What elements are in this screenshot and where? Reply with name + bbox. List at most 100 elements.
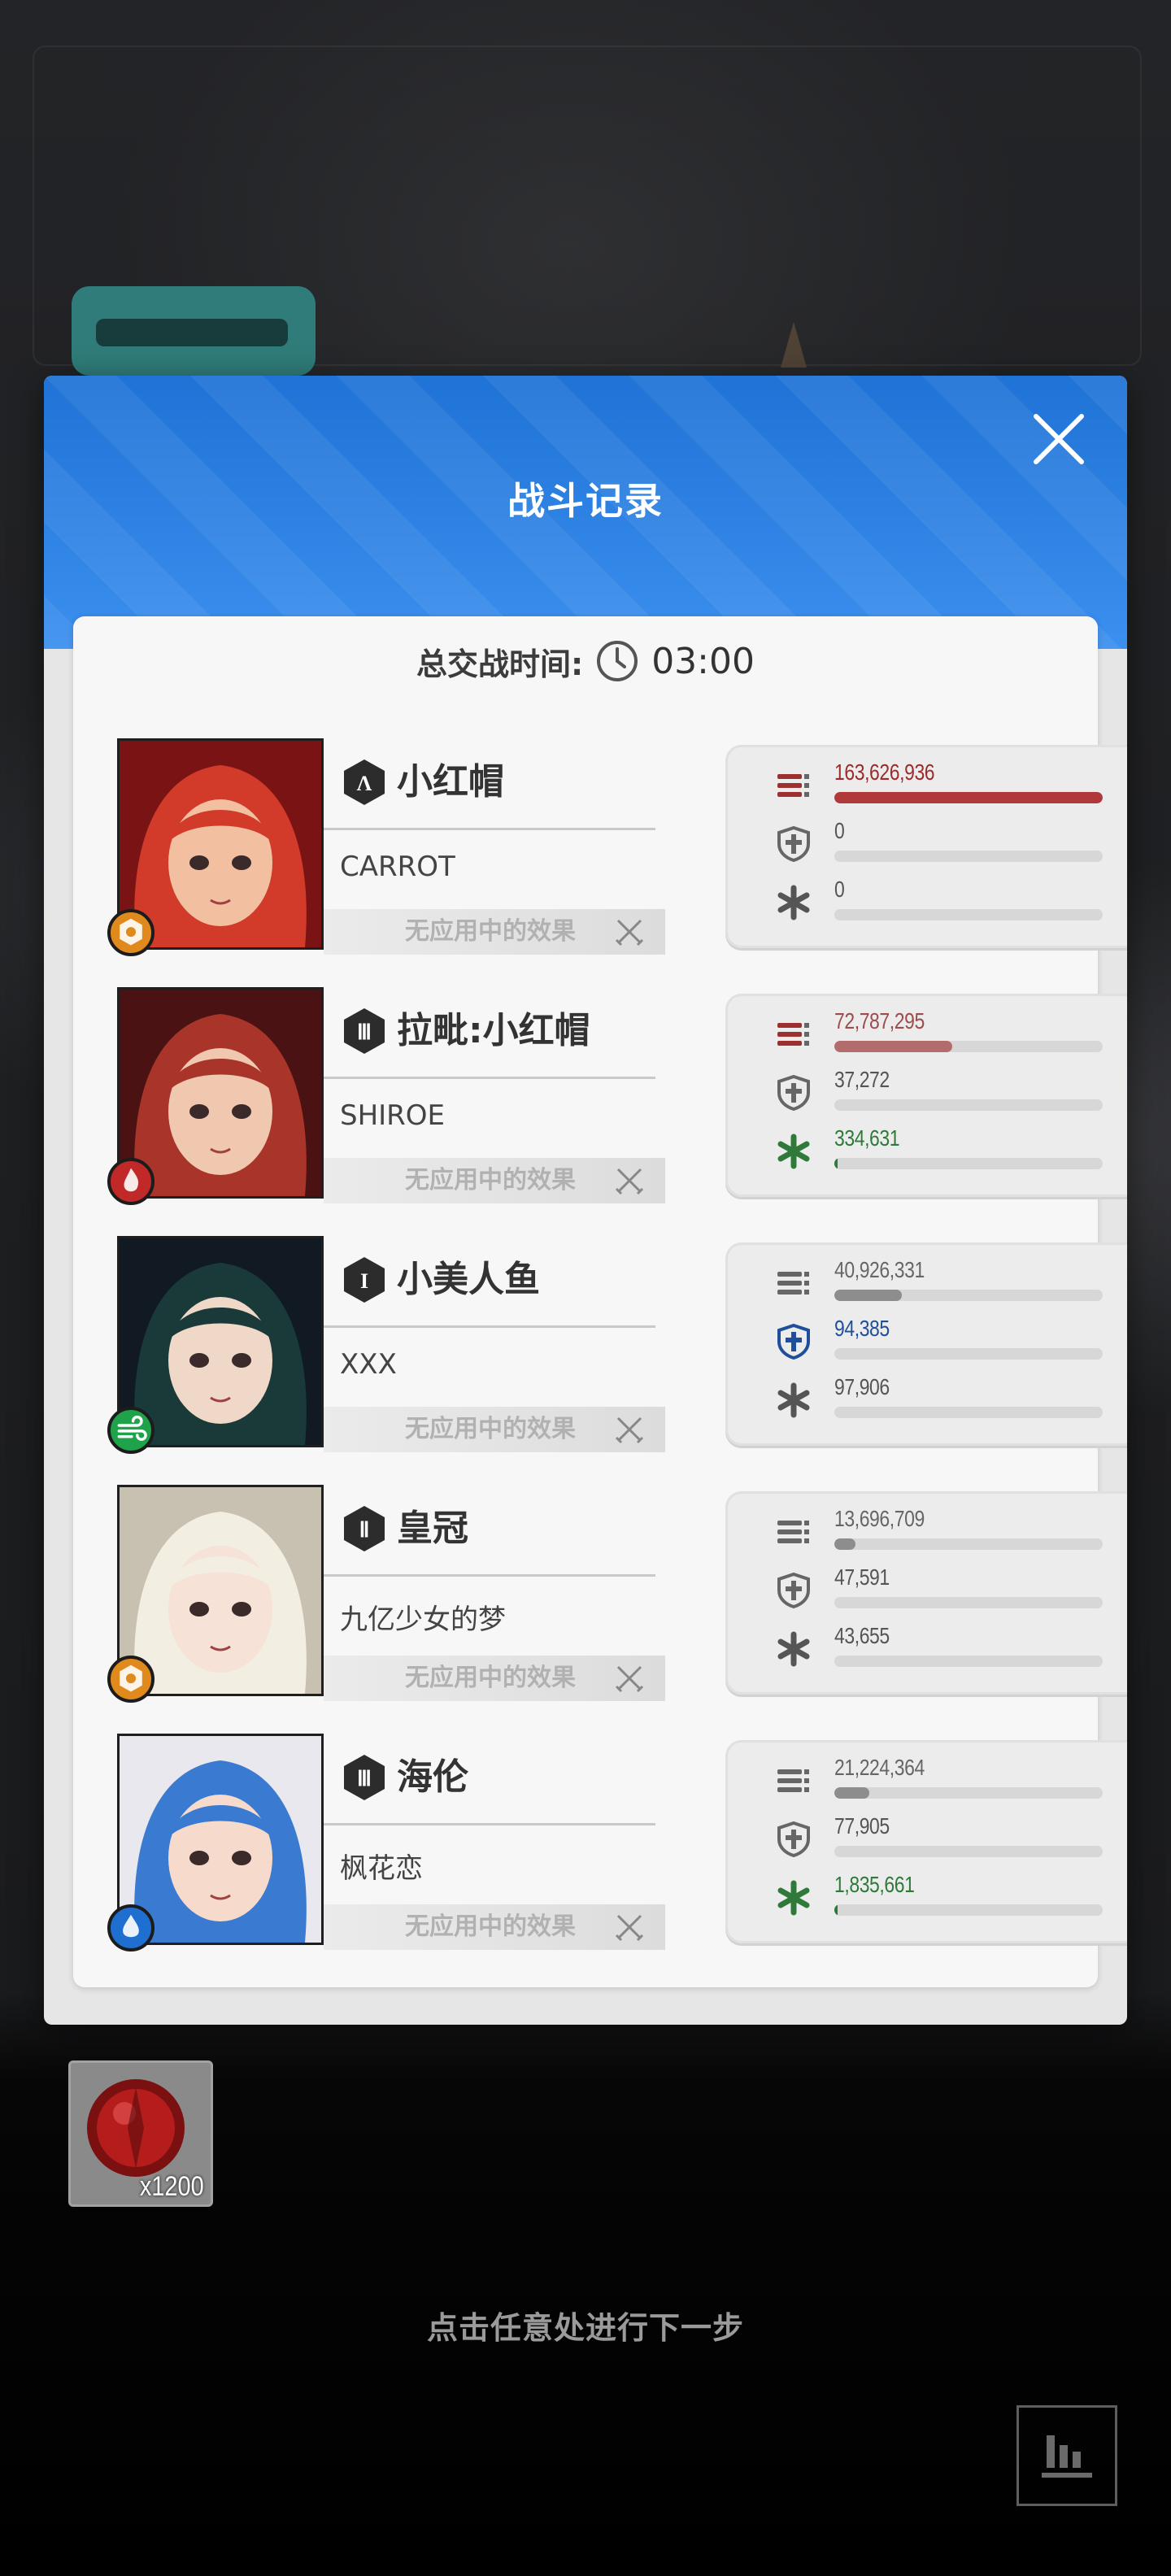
damage-stat: 13,696,709: [725, 1506, 1127, 1564]
damage-bar-fill: [834, 1041, 953, 1052]
crossed-swords-icon: [615, 1168, 644, 1195]
burst-label: Ⅲ: [357, 1020, 372, 1044]
shield-icon: [777, 1821, 810, 1858]
effect-text: 无应用中的效果: [405, 1664, 576, 1692]
player-name: XXX: [340, 1348, 397, 1381]
bar-chart-icon: [1042, 2435, 1092, 2478]
heal-cross-icon: [777, 885, 810, 920]
heal-value: 334,631: [834, 1125, 900, 1151]
record-row: Ⅲ 海伦 枫花恋 无应用中的效果 21,224,364 77,905 1,835…: [107, 1709, 1127, 1952]
heal-bar-fill: [834, 1158, 838, 1169]
damage-value: 72,787,295: [834, 1008, 925, 1033]
damage-bar: [834, 1290, 1103, 1301]
crossed-swords-icon: [615, 1416, 644, 1444]
burst-badge: Ⅲ: [342, 1753, 387, 1802]
background-marker: [781, 322, 807, 368]
burst-badge: Ⅲ: [342, 1007, 387, 1055]
stats-card: 13,696,709 47,591 43,655: [725, 1491, 1127, 1695]
shield-stat: 37,272: [725, 1067, 1127, 1125]
battle-time-label: 总交战时间:: [416, 646, 584, 682]
effect-bar: 无应用中的效果: [324, 1656, 665, 1701]
battle-time-value: 03:00: [651, 640, 755, 682]
divider: [324, 1077, 655, 1079]
damage-bar-fill: [834, 1538, 856, 1550]
heal-cross-icon: [777, 1880, 810, 1916]
damage-value: 40,926,331: [834, 1257, 925, 1282]
shield-value: 94,385: [834, 1316, 890, 1341]
clock-icon: [597, 641, 638, 681]
burst-label: Λ: [357, 772, 372, 795]
heal-bar: [834, 1656, 1103, 1667]
bullets-icon: [777, 1521, 809, 1543]
damage-stat: 21,224,364: [725, 1755, 1127, 1813]
element-water-icon: [107, 1904, 155, 1952]
character-name: 拉毗:小红帽: [397, 1010, 590, 1051]
shield-bar: [834, 1099, 1103, 1111]
divider: [324, 1823, 655, 1825]
record-row: Λ 小红帽 CARROT 无应用中的效果 163,626,936 0 0: [107, 714, 1127, 956]
burst-label: Ⅲ: [357, 1767, 372, 1791]
character-name: 小红帽: [397, 761, 504, 803]
divider: [324, 1325, 655, 1328]
damage-bar: [834, 1041, 1103, 1052]
heal-stat: 43,655: [725, 1623, 1127, 1682]
character-name: 皇冠: [397, 1508, 468, 1549]
record-row: Ⅱ 皇冠 九亿少女的梦 无应用中的效果 13,696,709 47,591 43…: [107, 1460, 1127, 1703]
statistics-button[interactable]: [1016, 2405, 1117, 2506]
shield-icon: [777, 1074, 810, 1112]
element-fire-icon: [107, 1158, 155, 1205]
damage-value: 13,696,709: [834, 1506, 925, 1531]
heal-stat: 0: [725, 877, 1127, 935]
damage-value: 21,224,364: [834, 1755, 925, 1780]
shield-icon: [777, 825, 810, 863]
burst-label: Ⅱ: [359, 1518, 370, 1542]
heal-value: 1,835,661: [834, 1872, 915, 1897]
heal-bar: [834, 1904, 1103, 1916]
close-icon: [1034, 414, 1084, 464]
effect-text: 无应用中的效果: [405, 1912, 576, 1941]
stats-card: 40,926,331 94,385 97,906: [725, 1242, 1127, 1446]
damage-stat: 72,787,295: [725, 1008, 1127, 1067]
damage-bar-fill: [834, 1290, 902, 1301]
heal-bar: [834, 1158, 1103, 1169]
character-info: I 小美人鱼 XXX 无应用中的效果: [324, 1246, 665, 1452]
shield-bar: [834, 1348, 1103, 1360]
burst-label: I: [360, 1269, 368, 1293]
close-button[interactable]: [1026, 407, 1091, 472]
heal-cross-icon: [777, 1134, 810, 1169]
shield-icon: [777, 1323, 810, 1360]
record-row: I 小美人鱼 XXX 无应用中的效果 40,926,331 94,385 97,…: [107, 1212, 1127, 1454]
battle-record-modal: 战斗记录 总交战时间: 03:00 Λ 小红帽 CARROT 无应用中的效果 1…: [44, 376, 1127, 2025]
heal-stat: 334,631: [725, 1125, 1127, 1184]
continue-hint[interactable]: 点击任意处进行下一步: [0, 2303, 1171, 2348]
shield-icon: [777, 1572, 810, 1609]
character-name: 小美人鱼: [397, 1259, 540, 1300]
heal-bar-fill: [834, 1904, 838, 1916]
heal-value: 97,906: [834, 1374, 890, 1399]
effect-bar: 无应用中的效果: [324, 1407, 665, 1452]
effect-text: 无应用中的效果: [405, 1415, 576, 1443]
effect-text: 无应用中的效果: [405, 917, 576, 946]
divider: [324, 1574, 655, 1577]
modal-header: 战斗记录: [44, 376, 1127, 649]
reward-item[interactable]: x1200: [68, 2060, 213, 2207]
shield-value: 47,591: [834, 1564, 890, 1590]
heal-stat: 97,906: [725, 1374, 1127, 1433]
character-info: Ⅱ 皇冠 九亿少女的梦 无应用中的效果: [324, 1495, 665, 1701]
shield-stat: 47,591: [725, 1564, 1127, 1623]
player-name: CARROT: [340, 851, 455, 883]
damage-bar-fill: [834, 1787, 869, 1799]
reward-count: x1200: [140, 2171, 204, 2202]
record-panel: 总交战时间: 03:00 Λ 小红帽 CARROT 无应用中的效果 163,62…: [73, 616, 1127, 1987]
crossed-swords-icon: [615, 1665, 644, 1693]
divider: [324, 828, 655, 830]
heal-stat: 1,835,661: [725, 1872, 1127, 1930]
effect-text: 无应用中的效果: [405, 1166, 576, 1194]
damage-bar: [834, 1787, 1103, 1799]
damage-stat: 40,926,331: [725, 1257, 1127, 1316]
damage-bar: [834, 792, 1103, 803]
heal-value: 43,655: [834, 1623, 890, 1648]
heal-bar: [834, 1407, 1103, 1418]
damage-stat: 163,626,936: [725, 759, 1127, 818]
player-name: 枫花恋: [340, 1852, 423, 1885]
